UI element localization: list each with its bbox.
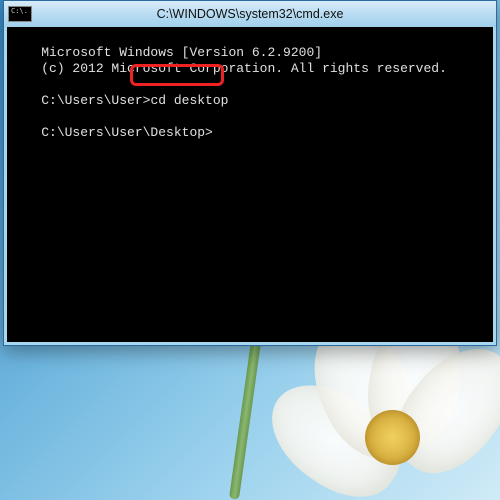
terminal-line-cmd1: C:\Users\User>cd desktop [41,93,228,108]
cursor[interactable] [213,125,221,140]
terminal-line-version: Microsoft Windows [Version 6.2.9200] [41,45,322,60]
cmd-window[interactable]: C:\. C:\WINDOWS\system32\cmd.exe Microso… [3,0,497,346]
cmd-icon-label: C:\. [11,8,28,14]
prompt1: C:\Users\User> [41,93,150,108]
window-title: C:\WINDOWS\system32\cmd.exe [157,7,344,21]
wallpaper-stem [229,340,261,500]
terminal-blank2 [41,109,49,124]
prompt2: C:\Users\User\Desktop> [41,125,213,140]
titlebar[interactable]: C:\. C:\WINDOWS\system32\cmd.exe [4,1,496,27]
cmd-icon: C:\. [8,6,32,22]
terminal-line-prompt2[interactable]: C:\Users\User\Desktop> [41,125,220,140]
command1: cd desktop [150,93,228,108]
terminal-blank [41,77,49,92]
terminal-body[interactable]: Microsoft Windows [Version 6.2.9200] (c)… [7,27,493,342]
terminal-line-copyright: (c) 2012 Microsoft Corporation. All righ… [41,61,447,76]
